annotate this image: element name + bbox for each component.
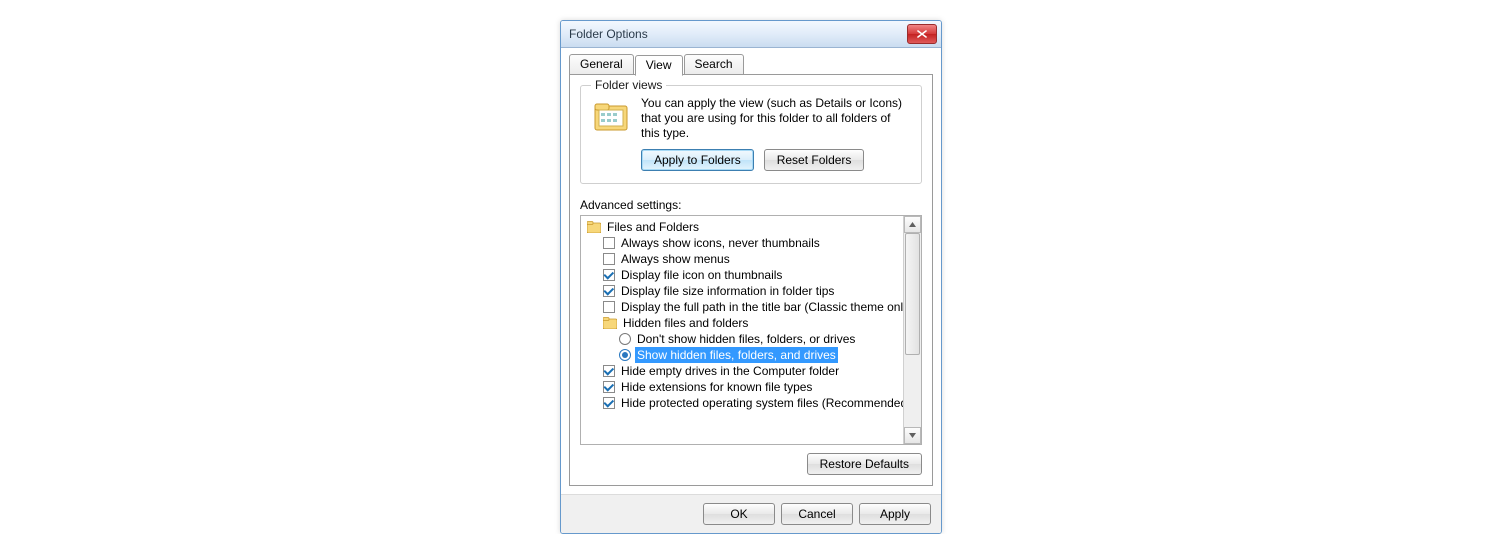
client-area: General View Search Folder views	[561, 48, 941, 494]
opt-display-full-path[interactable]: Display the full path in the title bar (…	[583, 299, 901, 315]
opt-always-menus-label: Always show menus	[619, 251, 732, 267]
restore-defaults-button[interactable]: Restore Defaults	[807, 453, 922, 475]
opt-hide-protected-label: Hide protected operating system files (R…	[619, 395, 903, 411]
opt-display-icon-thumb-label: Display file icon on thumbnails	[619, 267, 784, 283]
opt-hide-empty-drives-label: Hide empty drives in the Computer folder	[619, 363, 841, 379]
hidden-files-node[interactable]: Hidden files and folders	[583, 315, 901, 331]
checkbox-icon[interactable]	[603, 269, 615, 281]
opt-show-hidden-label: Show hidden files, folders, and drives	[635, 347, 838, 363]
opt-show-hidden[interactable]: Show hidden files, folders, and drives	[583, 347, 901, 363]
tree-scrollbar[interactable]	[903, 216, 921, 444]
folder-views-description: You can apply the view (such as Details …	[641, 96, 911, 141]
folder-views-row: You can apply the view (such as Details …	[591, 96, 911, 171]
checkbox-icon[interactable]	[603, 253, 615, 265]
opt-dont-show-hidden-label: Don't show hidden files, folders, or dri…	[635, 331, 857, 347]
folder-icon	[587, 221, 601, 233]
tab-general[interactable]: General	[569, 54, 634, 75]
apply-button[interactable]: Apply	[859, 503, 931, 525]
opt-always-icons-label: Always show icons, never thumbnails	[619, 235, 822, 251]
checkbox-icon[interactable]	[603, 237, 615, 249]
folder-views-icon	[591, 96, 631, 136]
opt-display-icon-thumb[interactable]: Display file icon on thumbnails	[583, 267, 901, 283]
checkbox-icon[interactable]	[603, 381, 615, 393]
tab-search[interactable]: Search	[684, 54, 744, 75]
opt-display-size-tips-label: Display file size information in folder …	[619, 283, 836, 299]
close-icon	[917, 30, 927, 38]
advanced-settings-tree-container: Files and Folders Always show icons, nev…	[580, 215, 922, 445]
canvas: Folder Options General View Search Folde…	[0, 0, 1500, 524]
opt-hide-extensions[interactable]: Hide extensions for known file types	[583, 379, 901, 395]
opt-hide-extensions-label: Hide extensions for known file types	[619, 379, 814, 395]
close-button[interactable]	[907, 24, 937, 44]
files-and-folders-label: Files and Folders	[605, 219, 701, 235]
folder-views-group: Folder views	[580, 85, 922, 184]
checkbox-icon[interactable]	[603, 285, 615, 297]
reset-folders-button[interactable]: Reset Folders	[764, 149, 865, 171]
ok-button[interactable]: OK	[703, 503, 775, 525]
opt-dont-show-hidden[interactable]: Don't show hidden files, folders, or dri…	[583, 331, 901, 347]
folder-icon	[603, 317, 617, 329]
titlebar[interactable]: Folder Options	[561, 21, 941, 48]
opt-always-menus[interactable]: Always show menus	[583, 251, 901, 267]
files-and-folders-node[interactable]: Files and Folders	[583, 219, 901, 235]
radio-icon[interactable]	[619, 333, 631, 345]
scroll-track[interactable]	[904, 233, 921, 427]
folder-options-dialog: Folder Options General View Search Folde…	[560, 20, 942, 534]
radio-icon[interactable]	[619, 349, 631, 361]
opt-hide-empty-drives[interactable]: Hide empty drives in the Computer folder	[583, 363, 901, 379]
advanced-settings-label: Advanced settings:	[580, 198, 922, 212]
folder-views-column: You can apply the view (such as Details …	[641, 96, 911, 171]
checkbox-icon[interactable]	[603, 365, 615, 377]
apply-to-folders-button[interactable]: Apply to Folders	[641, 149, 754, 171]
advanced-settings-tree[interactable]: Files and Folders Always show icons, nev…	[581, 216, 903, 444]
dialog-button-row: OK Cancel Apply	[561, 494, 941, 533]
opt-display-full-path-label: Display the full path in the title bar (…	[619, 299, 903, 315]
scroll-up-button[interactable]	[904, 216, 921, 233]
chevron-up-icon	[909, 222, 916, 227]
scroll-down-button[interactable]	[904, 427, 921, 444]
tab-view[interactable]: View	[635, 55, 683, 76]
checkbox-icon[interactable]	[603, 397, 615, 409]
opt-display-size-tips[interactable]: Display file size information in folder …	[583, 283, 901, 299]
opt-always-icons[interactable]: Always show icons, never thumbnails	[583, 235, 901, 251]
folder-views-title: Folder views	[591, 78, 666, 92]
chevron-down-icon	[909, 433, 916, 438]
opt-hide-protected[interactable]: Hide protected operating system files (R…	[583, 395, 901, 411]
window-title: Folder Options	[569, 27, 907, 41]
checkbox-icon[interactable]	[603, 301, 615, 313]
cancel-button[interactable]: Cancel	[781, 503, 853, 525]
scroll-thumb[interactable]	[905, 233, 920, 355]
tabpage-view: Folder views	[569, 74, 933, 486]
tabstrip: General View Search	[569, 54, 933, 75]
hidden-files-label: Hidden files and folders	[621, 315, 750, 331]
